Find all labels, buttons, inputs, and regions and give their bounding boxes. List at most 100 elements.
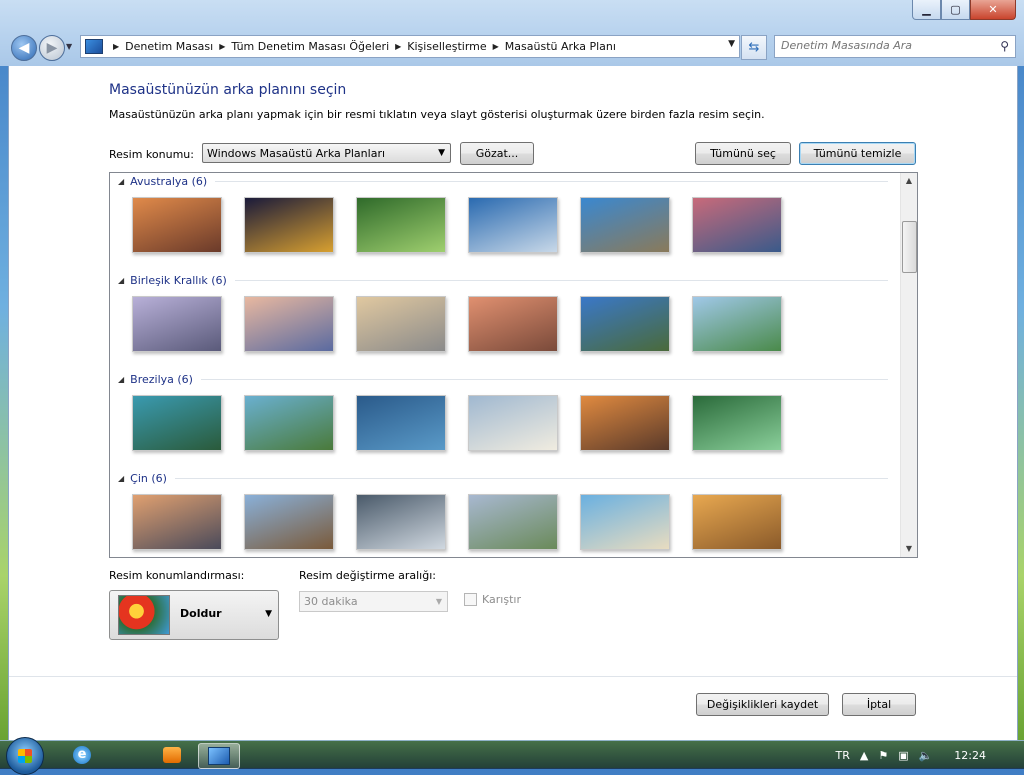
clear-all-button[interactable]: Tümünü temizle — [799, 142, 916, 165]
collapse-triangle-icon[interactable]: ◢ — [118, 375, 124, 384]
cancel-button[interactable]: İptal — [842, 693, 916, 716]
clock[interactable]: 12:24 — [954, 749, 986, 762]
system-tray: TR ▲ ⚑ ▣ 🔈 12:24 — [835, 741, 1024, 769]
wallpaper-thumbnail[interactable] — [244, 395, 334, 451]
address-dropdown-icon[interactable]: ▼ — [728, 39, 735, 49]
collapse-triangle-icon[interactable]: ◢ — [118, 276, 124, 285]
breadcrumb-desktop-background[interactable]: Masaüstü Arka Planı — [505, 40, 616, 53]
group-header[interactable]: ◢ Çin (6) — [118, 472, 888, 485]
wallpaper-thumbnail[interactable] — [132, 494, 222, 550]
show-hidden-icons-icon[interactable]: ▲ — [860, 749, 868, 762]
wallpaper-thumbnail[interactable] — [244, 197, 334, 253]
action-center-flag-icon[interactable]: ⚑ — [878, 749, 888, 762]
caption-buttons: ▁ ▢ ✕ — [912, 0, 1016, 20]
language-indicator[interactable]: TR — [835, 749, 849, 762]
media-player-icon — [163, 747, 181, 763]
search-icon[interactable]: ⚲ — [1000, 39, 1009, 53]
breadcrumb-arrow-icon[interactable]: ▶ — [493, 42, 499, 51]
collapse-triangle-icon[interactable]: ◢ — [118, 474, 124, 483]
wallpaper-thumbnail[interactable] — [356, 494, 446, 550]
wallpaper-thumbnail[interactable] — [468, 395, 558, 451]
scroll-up-icon[interactable]: ▲ — [901, 173, 917, 189]
change-interval-label: Resim değiştirme aralığı: — [299, 569, 436, 582]
group-divider — [234, 280, 888, 281]
thumbnail-row — [132, 296, 804, 352]
wallpaper-thumbnail[interactable] — [580, 494, 670, 550]
wallpaper-thumbnail[interactable] — [468, 197, 558, 253]
wallpaper-thumbnail[interactable] — [356, 296, 446, 352]
wallpaper-thumbnail[interactable] — [356, 395, 446, 451]
breadcrumb-arrow-icon[interactable]: ▶ — [219, 42, 225, 51]
maximize-button[interactable]: ▢ — [941, 0, 970, 20]
recent-pages-chevron-icon[interactable]: ▼ — [66, 42, 72, 51]
select-all-button[interactable]: Tümünü seç — [695, 142, 791, 165]
change-interval-value: 30 dakika — [304, 595, 358, 608]
wallpaper-gallery: ◢ Çin (6) ◢ Brezilya (6) ◢ Birleşik Krallık (… — [109, 172, 918, 558]
group-header[interactable]: ◢ Birleşik Krallık (6) — [118, 274, 888, 287]
chevron-down-icon: ▼ — [435, 597, 442, 606]
taskbar-media-player[interactable] — [152, 743, 192, 767]
change-interval-select: 30 dakika ▼ — [299, 591, 448, 612]
group-header[interactable]: ◢ Avustralya (6) — [118, 175, 888, 188]
wallpaper-thumbnail[interactable] — [244, 296, 334, 352]
wallpaper-thumbnail[interactable] — [580, 395, 670, 451]
picture-location-label: Resim konumu: — [109, 148, 194, 161]
footer-separator — [9, 676, 1017, 677]
control-panel-icon — [208, 747, 230, 765]
wallpaper-thumbnail[interactable] — [692, 296, 782, 352]
wallpaper-thumbnail[interactable] — [356, 197, 446, 253]
group-divider — [174, 478, 888, 479]
breadcrumb-all-items[interactable]: Tüm Denetim Masası Öğeleri — [231, 40, 389, 53]
search-input[interactable] — [775, 36, 997, 55]
thumbnail-row — [132, 494, 804, 550]
start-button[interactable] — [6, 737, 44, 775]
page-description: Masaüstünüzün arka planı yapmak için bir… — [109, 108, 765, 121]
back-button[interactable]: ◀ — [11, 35, 37, 61]
position-preview-thumbnail — [118, 595, 170, 635]
taskbar-control-panel[interactable] — [198, 743, 240, 769]
minimize-button[interactable]: ▁ — [912, 0, 941, 20]
wallpaper-thumbnail[interactable] — [244, 494, 334, 550]
thumbnail-row — [132, 395, 804, 451]
search-box[interactable]: ⚲ — [774, 35, 1016, 58]
taskbar-internet-explorer[interactable]: e — [62, 743, 102, 767]
wallpaper-thumbnail[interactable] — [692, 197, 782, 253]
picture-position-label: Resim konumlandırması: — [109, 569, 245, 582]
address-bar[interactable]: ▶ Denetim Masası ▶ Tüm Denetim Masası Öğ… — [80, 35, 740, 58]
forward-button[interactable]: ▶ — [39, 35, 65, 61]
breadcrumb-personalization[interactable]: Kişiselleştirme — [407, 40, 486, 53]
wallpaper-thumbnail[interactable] — [132, 395, 222, 451]
picture-position-select[interactable]: Doldur ▼ — [109, 590, 279, 640]
chevron-down-icon: ▼ — [265, 609, 272, 619]
wallpaper-thumbnail[interactable] — [132, 296, 222, 352]
collapse-triangle-icon[interactable]: ◢ — [118, 177, 124, 186]
wallpaper-thumbnail[interactable] — [580, 296, 670, 352]
breadcrumb-control-panel[interactable]: Denetim Masası — [125, 40, 213, 53]
chevron-down-icon: ▼ — [438, 148, 445, 158]
wallpaper-thumbnail[interactable] — [468, 494, 558, 550]
scroll-thumb[interactable] — [902, 221, 917, 273]
breadcrumb-arrow-icon[interactable]: ▶ — [395, 42, 401, 51]
internet-explorer-icon: e — [73, 746, 91, 764]
close-button[interactable]: ✕ — [970, 0, 1016, 20]
refresh-button[interactable]: ⇆ — [741, 35, 767, 60]
refresh-icon: ⇆ — [748, 40, 760, 55]
gallery-scrollbar[interactable]: ▲ ▼ — [900, 173, 917, 557]
title-bar: ▁ ▢ ✕ ◀ ▶ ▼ ▶ Denetim Masası ▶ Tüm Denet… — [0, 0, 1024, 66]
wallpaper-thumbnail[interactable] — [132, 197, 222, 253]
save-changes-button[interactable]: Değişiklikleri kaydet — [696, 693, 829, 716]
wallpaper-thumbnail[interactable] — [580, 197, 670, 253]
group-title: Birleşik Krallık (6) — [130, 274, 227, 287]
breadcrumb-arrow-icon[interactable]: ▶ — [113, 42, 119, 51]
group-divider — [200, 379, 888, 380]
browse-button[interactable]: Gözat... — [460, 142, 534, 165]
shuffle-label: Karıştır — [482, 593, 521, 606]
wallpaper-thumbnail[interactable] — [468, 296, 558, 352]
wallpaper-thumbnail[interactable] — [692, 395, 782, 451]
scroll-down-icon[interactable]: ▼ — [901, 541, 917, 557]
network-icon[interactable]: ▣ — [898, 749, 908, 762]
volume-icon[interactable]: 🔈 — [919, 749, 933, 762]
group-header[interactable]: ◢ Brezilya (6) — [118, 373, 888, 386]
wallpaper-thumbnail[interactable] — [692, 494, 782, 550]
picture-location-select[interactable]: Windows Masaüstü Arka Planları ▼ — [202, 143, 451, 163]
